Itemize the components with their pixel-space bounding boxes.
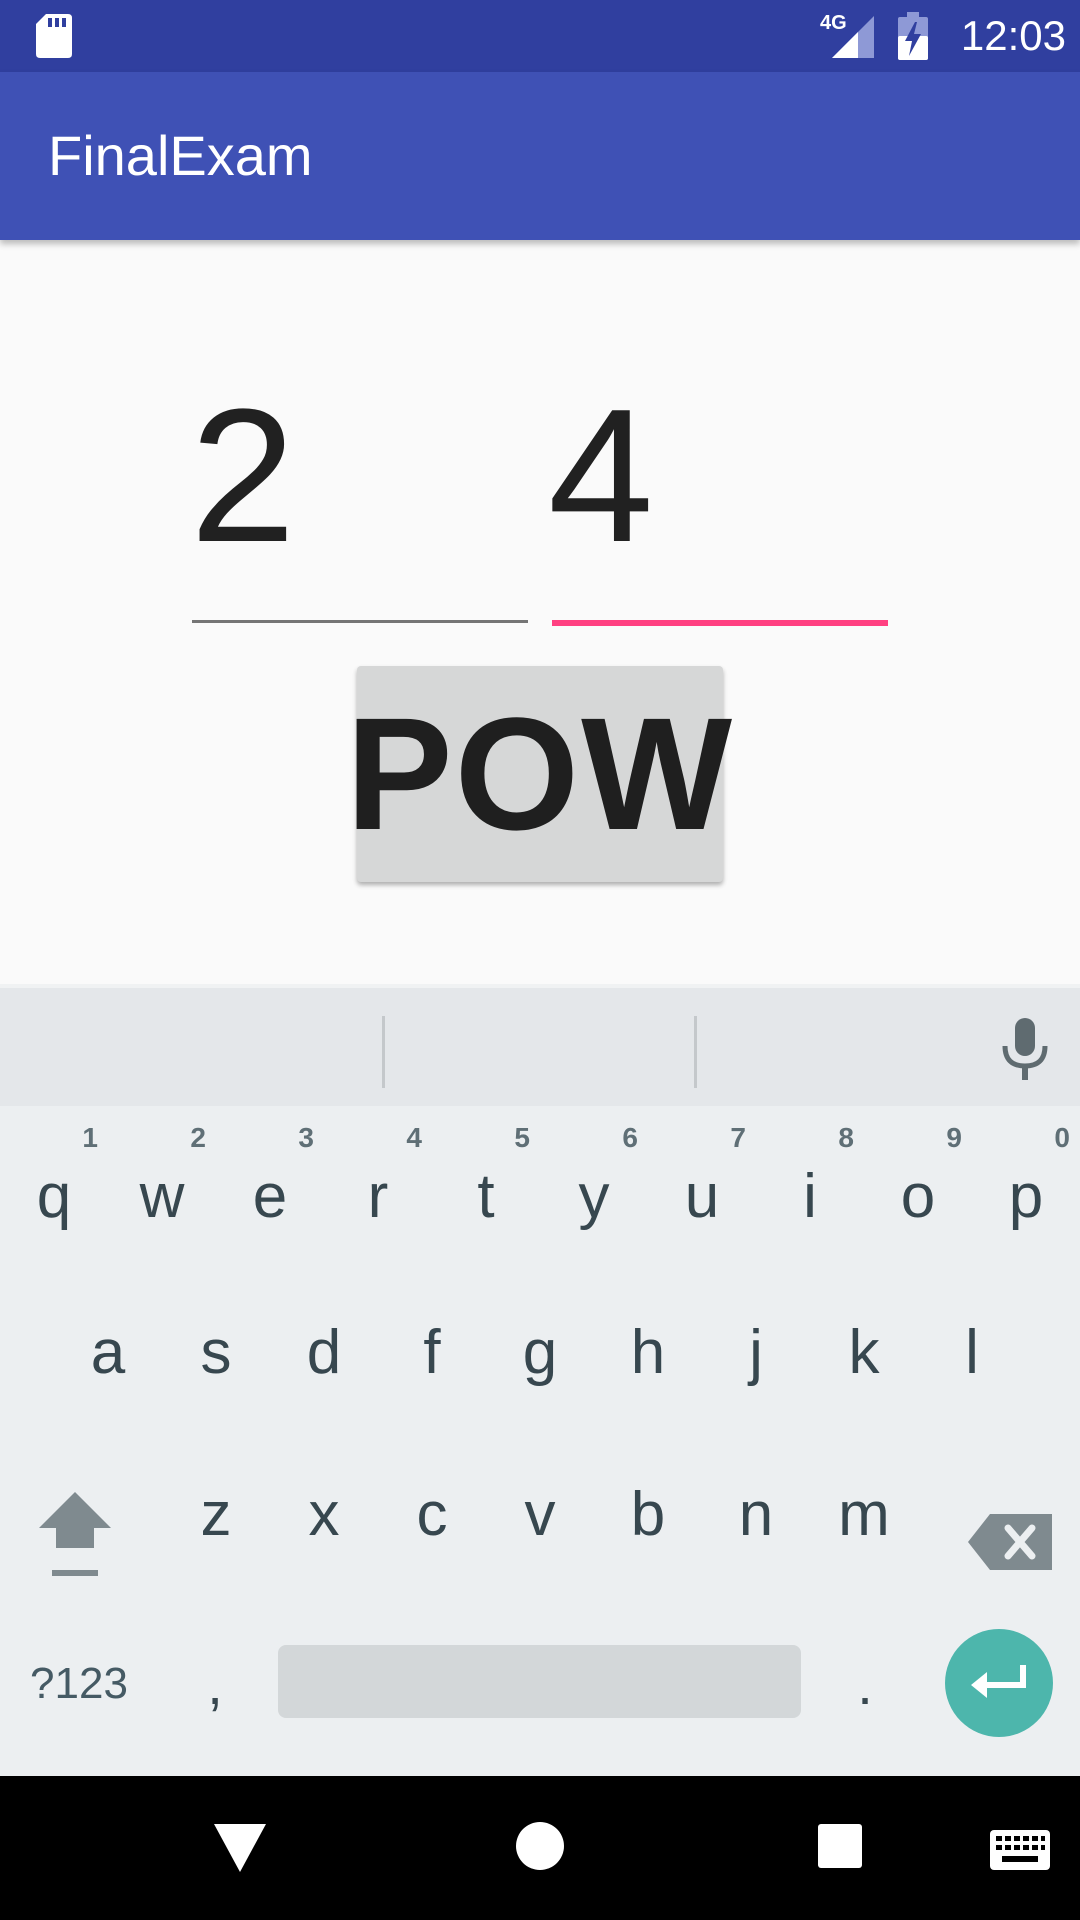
key-s[interactable]: s [162,1272,270,1432]
symbols-key[interactable]: ?123 [14,1624,144,1744]
soft-keyboard: 1q2w3e4r5t6y7u8i9o0p asdfghjkl zxcvbnm ?… [0,984,1080,1776]
key-label: u [684,1161,720,1231]
key-d[interactable]: d [270,1272,378,1432]
key-label: o [900,1161,936,1231]
key-label: q [36,1161,72,1231]
key-i[interactable]: 8i [756,1108,864,1268]
key-z[interactable]: z [162,1434,270,1594]
suggestion-divider [694,1016,697,1088]
key-e[interactable]: 3e [216,1108,324,1268]
key-v[interactable]: v [486,1434,594,1594]
mic-icon[interactable] [998,1018,1052,1084]
key-hint-4: 4 [406,1122,422,1153]
key-c[interactable]: c [378,1434,486,1594]
key-label: p [1008,1161,1044,1231]
battery-charging-icon [898,12,928,60]
key-label: i [803,1161,817,1231]
enter-key[interactable] [945,1629,1053,1737]
key-hint-6: 6 [622,1122,638,1153]
sd-card-icon [36,14,72,58]
key-b[interactable]: b [594,1434,702,1594]
key-hint-8: 8 [838,1122,854,1153]
recents-icon[interactable] [816,1822,864,1870]
key-w[interactable]: 2w [108,1108,216,1268]
key-label: y [578,1161,610,1231]
key-j[interactable]: j [702,1272,810,1432]
pow-button[interactable]: POW [346,666,732,882]
base-input[interactable]: 2 [190,376,296,576]
key-hint-3: 3 [298,1122,314,1153]
key-label: e [252,1161,288,1231]
key-label: r [367,1161,389,1231]
period-key[interactable]: . [820,1624,910,1744]
suggestion-strip [0,984,1080,1106]
key-y[interactable]: 6y [540,1108,648,1268]
comma-key[interactable]: , [170,1624,260,1744]
key-a[interactable]: a [54,1272,162,1432]
key-hint-0: 0 [1054,1122,1070,1153]
base-input-underline [192,620,528,623]
enter-icon [971,1665,1026,1698]
navigation-bar [0,1776,1080,1920]
key-l[interactable]: l [918,1272,1026,1432]
exponent-input-underline [552,620,888,626]
key-k[interactable]: k [810,1272,918,1432]
suggestion-divider [382,1016,385,1088]
key-hint-5: 5 [514,1122,530,1153]
key-q[interactable]: 1q [0,1108,108,1268]
space-key[interactable] [278,1645,801,1718]
key-x[interactable]: x [270,1434,378,1594]
app-title: FinalExam [48,124,313,187]
key-hint-7: 7 [730,1122,746,1153]
key-label: w [139,1161,185,1231]
key-f[interactable]: f [378,1272,486,1432]
key-r[interactable]: 4r [324,1108,432,1268]
key-h[interactable]: h [594,1272,702,1432]
key-u[interactable]: 7u [648,1108,756,1268]
keyboard-icon[interactable] [988,1828,1052,1872]
signal-icon: 4G [818,12,876,60]
key-hint-9: 9 [946,1122,962,1153]
exponent-input[interactable]: 4 [548,376,654,576]
network-type-label: 4G [820,12,847,34]
key-g[interactable]: g [486,1272,594,1432]
home-icon[interactable] [514,1820,566,1872]
app-bar: FinalExam [0,72,1080,240]
key-t[interactable]: 5t [432,1108,540,1268]
key-m[interactable]: m [810,1434,918,1594]
key-o[interactable]: 9o [864,1108,972,1268]
key-p[interactable]: 0p [972,1108,1080,1268]
key-hint-2: 2 [190,1122,206,1153]
status-bar: 4G 12:03 [0,0,1080,72]
key-n[interactable]: n [702,1434,810,1594]
key-hint-1: 1 [82,1122,98,1153]
status-clock: 12:03 [960,12,1066,59]
back-icon[interactable] [210,1820,270,1880]
key-label: t [477,1161,495,1231]
shift-icon[interactable] [20,1484,130,1600]
backspace-icon[interactable] [960,1484,1060,1600]
